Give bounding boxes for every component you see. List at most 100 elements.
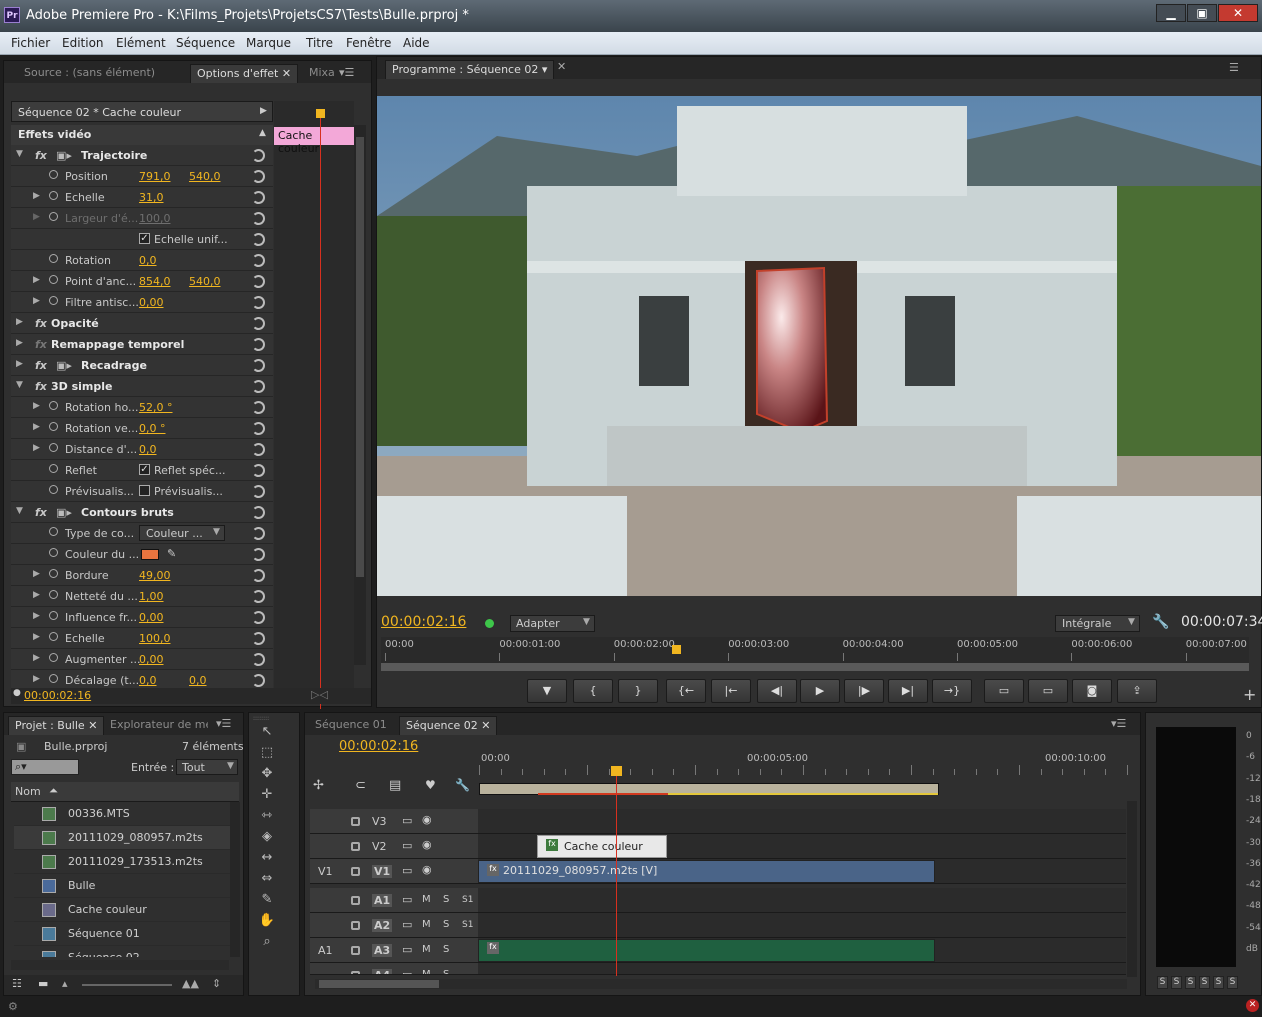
zoom-slider[interactable] — [82, 984, 172, 986]
linked-selection-icon[interactable]: ⊂ — [355, 778, 366, 793]
razor-tool-icon[interactable]: ◈ — [258, 829, 276, 847]
audio-track-a1[interactable]: A1 ▭ M S S1 — [310, 888, 1126, 913]
effect-row[interactable]: ▼ fx 3D simple — [11, 376, 273, 397]
wrench-icon[interactable]: 🔧 — [1152, 614, 1169, 630]
reset-icon[interactable] — [252, 422, 265, 435]
eyedropper-icon[interactable]: ✎ — [167, 547, 176, 560]
effect-row[interactable]: ▶ Echelle 31,0 — [11, 187, 273, 208]
film-icon[interactable]: ▭ — [402, 864, 412, 877]
entree-dropdown[interactable]: Tout ▼ — [176, 759, 238, 775]
menu-aide[interactable]: Aide — [403, 36, 430, 50]
effect-row[interactable]: ▶ Filtre antisc... 0,00 — [11, 292, 273, 313]
stopwatch-icon[interactable] — [49, 170, 58, 179]
effect-row[interactable]: ▶ Echelle 100,0 — [11, 628, 273, 649]
mark-out-button[interactable]: } — [618, 679, 658, 703]
mute-button[interactable]: M — [422, 969, 431, 974]
param-value-1[interactable]: 0,0 — [139, 254, 157, 267]
column-header-nom[interactable]: Nom ⏶ — [11, 782, 239, 802]
clip-audio-a3[interactable]: fx — [478, 939, 935, 962]
reset-icon[interactable] — [252, 464, 265, 477]
reset-icon[interactable] — [252, 380, 265, 393]
effect-row[interactable]: ▶ fx ▣▸ Recadrage — [11, 355, 273, 376]
reset-icon[interactable] — [252, 506, 265, 519]
menu-element[interactable]: Elément — [116, 36, 166, 50]
project-scrollbar[interactable] — [230, 802, 240, 957]
eye-icon[interactable]: ◉ — [422, 838, 432, 851]
zoom-out-icon[interactable]: ▴ — [62, 977, 68, 990]
export-frame-button[interactable]: ◙ — [1072, 679, 1112, 703]
pen-tool-icon[interactable]: ✎ — [258, 892, 276, 910]
expand-triangle-icon[interactable]: ▶ — [33, 296, 40, 306]
param-value-1[interactable]: 0,0 ° — [139, 422, 166, 435]
clip-cache-couleur[interactable]: fx Cache couleur — [537, 835, 667, 858]
stopwatch-icon[interactable] — [49, 632, 58, 641]
expand-triangle-icon[interactable]: ▶ — [33, 674, 40, 684]
add-button-icon[interactable]: + — [1243, 685, 1256, 704]
stopwatch-icon[interactable] — [49, 191, 58, 200]
step-back-button[interactable]: ◀| — [757, 679, 797, 703]
stopwatch-icon[interactable] — [49, 464, 58, 473]
tab-media-browser[interactable]: Explorateur de méd — [104, 716, 208, 735]
type-dropdown[interactable]: Couleur ... ▼ — [139, 525, 225, 541]
tab-sequence-02[interactable]: Séquence 02 ✕ — [399, 716, 498, 735]
param-value-1[interactable]: 52,0 ° — [139, 401, 173, 414]
effect-row[interactable]: ▶ Bordure 49,00 — [11, 565, 273, 586]
track-name[interactable]: A1 — [372, 894, 393, 907]
meter-solo-button[interactable]: S — [1227, 976, 1238, 989]
reset-icon[interactable] — [252, 275, 265, 288]
selection-tool-icon[interactable]: ↖ — [258, 724, 276, 742]
reset-icon[interactable] — [252, 485, 265, 498]
reset-icon[interactable] — [252, 170, 265, 183]
param-value-1[interactable]: 49,00 — [139, 569, 171, 582]
track-name[interactable]: A2 — [372, 919, 393, 932]
menu-fichier[interactable]: Fichier — [11, 36, 50, 50]
checkbox[interactable]: ✓ — [139, 464, 150, 475]
effect-row[interactable]: ▶ Point d'anc... 854,0 540,0 — [11, 271, 273, 292]
step-forward-edit-button[interactable]: ▶| — [888, 679, 928, 703]
effect-mini-timeline[interactable]: Cache couleur — [274, 101, 354, 709]
lock-icon[interactable] — [351, 817, 360, 826]
rolling-edit-tool-icon[interactable]: ✛ — [258, 787, 276, 805]
effect-row[interactable]: Prévisualis... Prévisualis... — [11, 481, 273, 502]
effect-scrollbar[interactable] — [354, 125, 366, 665]
effect-timecode[interactable]: 00:00:02:16 — [24, 689, 91, 702]
program-zoom-bar[interactable] — [381, 663, 1249, 671]
menu-sequence[interactable]: Séquence — [176, 36, 235, 50]
effect-row[interactable]: ▶ Netteté du ... 1,00 — [11, 586, 273, 607]
timeline-hscrollbar[interactable] — [315, 979, 1127, 989]
speaker-icon[interactable]: ▭ — [402, 943, 412, 956]
slide-tool-icon[interactable]: ⇔ — [258, 871, 276, 889]
eye-icon[interactable]: ◉ — [422, 863, 432, 876]
expand-triangle-icon[interactable]: ▶ — [33, 422, 40, 432]
work-area-bar[interactable] — [479, 783, 939, 795]
expand-triangle-icon[interactable]: ▶ — [33, 275, 40, 285]
effect-row[interactable]: Couleur du ... ✎ — [11, 544, 273, 565]
minimize-button[interactable]: ▁ — [1156, 4, 1186, 22]
reset-icon[interactable] — [252, 527, 265, 540]
program-current-time[interactable]: 00:00:02:16 — [381, 614, 466, 630]
speaker-icon[interactable]: ▭ — [402, 968, 412, 974]
list-view-icon[interactable]: ☷ — [12, 977, 22, 990]
expand-triangle-icon[interactable]: ▶ — [16, 359, 23, 369]
step-back-edit-button[interactable]: |← — [711, 679, 751, 703]
solo-button[interactable]: S — [443, 894, 449, 905]
source-patch-v1[interactable]: V1 — [318, 865, 333, 878]
close-icon[interactable]: ✕ — [88, 719, 97, 732]
effect-row[interactable]: Position 791,0 540,0 — [11, 166, 273, 187]
ripple-edit-tool-icon[interactable]: ✥ — [258, 766, 276, 784]
close-icon[interactable]: ✕ — [557, 60, 566, 73]
slip-tool-icon[interactable]: ↔ — [258, 850, 276, 868]
reset-icon[interactable] — [252, 149, 265, 162]
reset-icon[interactable] — [252, 548, 265, 561]
effect-row[interactable]: ▶ fx Remappage temporel — [11, 334, 273, 355]
tab-program[interactable]: Programme : Séquence 02 ▾ — [385, 60, 555, 79]
solo-button[interactable]: S — [443, 944, 449, 955]
program-playhead-icon[interactable] — [672, 645, 682, 654]
expand-triangle-icon[interactable]: ▶ — [16, 338, 23, 348]
wrench-icon[interactable]: 🔧 — [455, 778, 470, 792]
expand-triangle-icon[interactable]: ▶ — [33, 653, 40, 663]
param-value-2[interactable]: 540,0 — [189, 170, 221, 183]
project-item[interactable]: Bulle — [14, 874, 230, 898]
track-name[interactable]: A3 — [372, 944, 393, 957]
lock-icon[interactable] — [351, 921, 360, 930]
